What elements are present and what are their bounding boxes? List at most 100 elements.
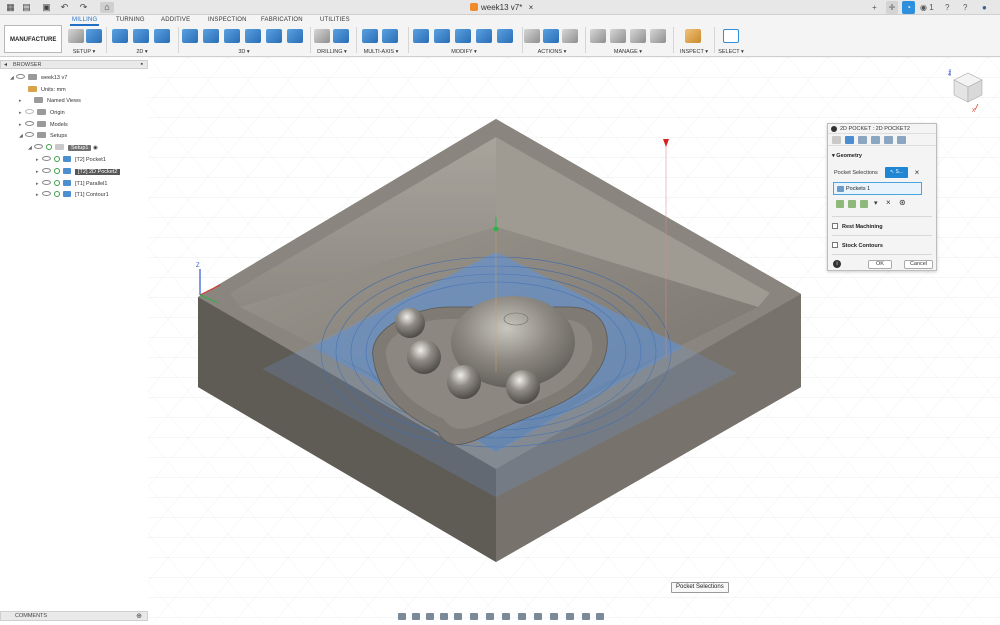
zoom-icon[interactable]: [440, 613, 448, 620]
section-analysis-icon[interactable]: [596, 613, 604, 620]
simulate-icon[interactable]: [524, 29, 540, 43]
visibility-icon[interactable]: [16, 74, 25, 79]
hole-recognition-icon[interactable]: [333, 29, 349, 43]
visibility-icon[interactable]: [34, 144, 43, 149]
browser-options-icon[interactable]: ▪: [141, 61, 143, 69]
contour-icon[interactable]: [266, 29, 282, 43]
file-icon[interactable]: ▤: [21, 2, 32, 13]
select-icon[interactable]: [723, 29, 739, 43]
dialog-title-bar[interactable]: 2D POCKET : 2D POCKET2: [828, 124, 936, 134]
orbit-icon[interactable]: [398, 613, 406, 620]
scallop-icon[interactable]: [287, 29, 303, 43]
visibility-icon[interactable]: [42, 156, 51, 161]
add-comment-icon[interactable]: ⊕: [136, 612, 142, 621]
group-label-setup[interactable]: SETUP ▾: [66, 49, 102, 55]
view-cube-icon[interactable]: Z X: [948, 68, 988, 114]
browser-panel-header[interactable]: ◂ BROWSER ▪: [0, 60, 148, 69]
setup-sheet-icon[interactable]: [562, 29, 578, 43]
collapse-icon[interactable]: ◂: [4, 61, 7, 69]
tab-additive[interactable]: ADDITIVE: [161, 17, 190, 23]
close-tab-icon[interactable]: ×: [529, 3, 534, 12]
object-visibility-icon[interactable]: [582, 613, 590, 620]
linking-tab-icon[interactable]: [884, 136, 893, 144]
help-icon-2[interactable]: ?: [963, 1, 967, 14]
tree-item-2d-pocket2[interactable]: ▸ [T2] 2D Pocket2: [36, 168, 121, 177]
tab-milling[interactable]: MILLING: [69, 17, 100, 26]
visual-style-icon[interactable]: [534, 613, 542, 620]
visibility-icon[interactable]: [25, 132, 34, 137]
swarf-icon[interactable]: [362, 29, 378, 43]
tree-item-named-views[interactable]: ▸ Named Views: [19, 97, 81, 106]
modify-2-icon[interactable]: [434, 29, 450, 43]
tree-item-document[interactable]: ◢ week13 v7: [10, 74, 67, 83]
look-at-icon[interactable]: [412, 613, 420, 620]
chain-reverse-icon[interactable]: [860, 200, 868, 208]
geometry-section-header[interactable]: ▾ Geometry: [832, 153, 862, 159]
group-label-manage[interactable]: MANAGE ▾: [588, 49, 668, 55]
tree-item-units[interactable]: Units: mm: [28, 86, 66, 95]
modify-1-icon[interactable]: [413, 29, 429, 43]
face-icon[interactable]: [154, 29, 170, 43]
tree-item-setups[interactable]: ◢ Setups: [19, 132, 67, 141]
visibility-icon[interactable]: [25, 121, 34, 126]
tree-item-contour1[interactable]: ▸ [T1] Contour1: [36, 191, 109, 200]
visibility-icon[interactable]: [42, 180, 51, 185]
pocket-icon[interactable]: [133, 29, 149, 43]
help-icon[interactable]: ?: [945, 1, 949, 14]
pan-icon[interactable]: [426, 613, 434, 620]
group-label-drilling[interactable]: DRILLING ▾: [312, 49, 352, 55]
display-settings-icon[interactable]: [470, 613, 478, 620]
steep-shallow-icon[interactable]: [224, 29, 240, 43]
post-tab-icon[interactable]: [897, 136, 906, 144]
job-status-icon[interactable]: ◔: [902, 1, 915, 14]
tab-inspection[interactable]: INSPECTION: [208, 17, 247, 23]
new-tab-icon[interactable]: +: [872, 1, 877, 14]
cancel-button[interactable]: Cancel: [904, 260, 933, 269]
modify-3-icon[interactable]: [455, 29, 471, 43]
group-label-actions[interactable]: ACTIONS ▾: [524, 49, 580, 55]
tab-fabrication[interactable]: FABRICATION: [261, 17, 303, 23]
view-cube[interactable]: Z X: [948, 68, 988, 114]
tool-library-icon[interactable]: [590, 29, 606, 43]
group-label-select[interactable]: SELECT ▾: [716, 49, 746, 55]
chain-remove-icon[interactable]: ×: [886, 198, 891, 207]
app-grid-icon[interactable]: ▦: [5, 2, 16, 13]
effects-icon[interactable]: [566, 613, 574, 620]
geometry-tab-icon[interactable]: [845, 136, 854, 144]
measure-icon[interactable]: [685, 29, 701, 43]
multi-axis-contour-icon[interactable]: [382, 29, 398, 43]
ok-button[interactable]: OK: [868, 260, 892, 269]
adaptive-3d-icon[interactable]: [182, 29, 198, 43]
pocket-select-button[interactable]: ↖ S...: [885, 167, 908, 178]
tab-turning[interactable]: TURNING: [116, 17, 145, 23]
heights-tab-icon[interactable]: [858, 136, 867, 144]
parallel-icon[interactable]: [245, 29, 261, 43]
stock-contours-row[interactable]: Stock Contours: [832, 242, 883, 249]
visibility-icon[interactable]: [25, 109, 34, 114]
notifications-icon[interactable]: ◉ 1: [920, 1, 934, 14]
group-label-3d[interactable]: 3D ▾: [182, 49, 306, 55]
chain-settings-icon[interactable]: ⊛: [899, 198, 906, 207]
passes-tab-icon[interactable]: [871, 136, 880, 144]
group-label-inspect[interactable]: INSPECT ▾: [676, 49, 712, 55]
adaptive-clearing-icon[interactable]: [112, 29, 128, 43]
group-label-multi-axis[interactable]: MULTI-AXIS ▾: [359, 49, 403, 55]
pocket-3d-icon[interactable]: [203, 29, 219, 43]
visibility-icon[interactable]: [42, 168, 51, 173]
stock-contours-checkbox[interactable]: [832, 242, 838, 248]
modify-5-icon[interactable]: [497, 29, 513, 43]
rest-machining-checkbox[interactable]: [832, 223, 838, 229]
extensions-icon[interactable]: ✛: [886, 1, 898, 14]
tree-item-setup1[interactable]: ◢ Setup1 ◉: [28, 144, 98, 153]
group-label-modify[interactable]: MODIFY ▾: [411, 49, 517, 55]
viewports-icon[interactable]: [502, 613, 510, 620]
template-library-icon[interactable]: [630, 29, 646, 43]
machine-library-icon[interactable]: [610, 29, 626, 43]
camera-icon[interactable]: [518, 613, 526, 620]
chain-edit-icon[interactable]: [848, 200, 856, 208]
document-tab[interactable]: week13 v7* ×: [470, 2, 533, 13]
tree-item-models[interactable]: ▸ Models: [19, 121, 68, 130]
tool-tab-icon[interactable]: [832, 136, 841, 144]
environment-icon[interactable]: [550, 613, 558, 620]
tab-utilities[interactable]: UTILITIES: [320, 17, 350, 23]
